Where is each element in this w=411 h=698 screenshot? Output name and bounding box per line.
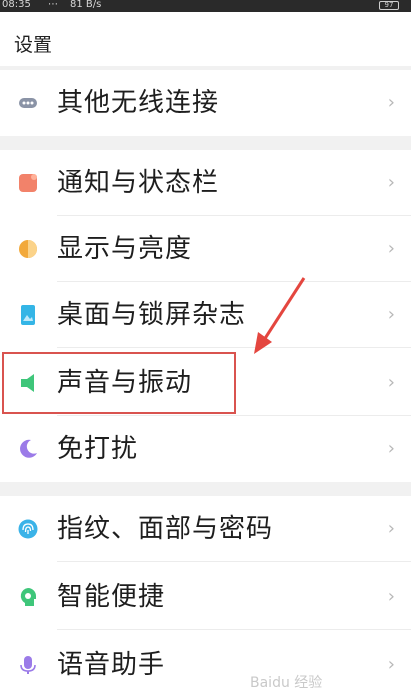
- microphone-icon: [20, 656, 36, 674]
- battery-icon: 97: [379, 1, 399, 10]
- chevron-right-icon: ›: [387, 304, 395, 325]
- moon-icon: [20, 439, 37, 458]
- settings-item-wireless[interactable]: 其他无线连接 ›: [0, 70, 411, 136]
- section-divider: [0, 480, 411, 496]
- chevron-right-icon: ›: [387, 172, 395, 193]
- chevron-right-icon: ›: [387, 438, 395, 459]
- wallpaper-icon: [21, 305, 35, 325]
- settings-item-do-not-disturb[interactable]: 免打扰 ›: [0, 416, 411, 482]
- settings-item-label: 智能便捷: [57, 582, 166, 612]
- row-separator: [57, 347, 411, 348]
- smart-head-icon: [20, 588, 36, 606]
- annotation-highlight-box: [2, 352, 236, 414]
- chevron-right-icon: ›: [387, 518, 395, 539]
- chevron-right-icon: ›: [387, 372, 395, 393]
- settings-item-label: 显示与亮度: [57, 234, 193, 264]
- more-dots-icon: [19, 98, 37, 108]
- settings-item-label: 语音助手: [57, 650, 166, 680]
- page-title: 设置: [14, 34, 53, 56]
- brightness-icon: [19, 240, 37, 258]
- chevron-right-icon: ›: [387, 586, 395, 607]
- status-time: 08:35: [2, 0, 31, 10]
- settings-item-smart-assist[interactable]: 智能便捷 ›: [0, 564, 411, 630]
- settings-item-label: 其他无线连接: [57, 88, 220, 118]
- settings-item-notifications[interactable]: 通知与状态栏 ›: [0, 150, 411, 216]
- row-separator: [57, 561, 411, 562]
- settings-item-security[interactable]: 指纹、面部与密码 ›: [0, 496, 411, 562]
- fingerprint-icon: [18, 519, 38, 539]
- chevron-right-icon: ›: [387, 92, 395, 113]
- status-network-speed: 81 B/s: [70, 0, 102, 10]
- status-dots: ⋯: [48, 0, 58, 10]
- status-bar: 08:35 ⋯ 81 B/s 97: [0, 0, 411, 12]
- settings-item-wallpaper[interactable]: 桌面与锁屏杂志 ›: [0, 282, 411, 348]
- settings-item-label: 指纹、面部与密码: [57, 514, 274, 544]
- settings-item-display[interactable]: 显示与亮度 ›: [0, 216, 411, 282]
- watermark: Baidu 经验: [250, 675, 323, 691]
- row-separator: [57, 629, 411, 630]
- settings-item-label: 桌面与锁屏杂志: [57, 300, 247, 330]
- notification-icon: [19, 174, 37, 192]
- section-divider: [0, 134, 411, 150]
- settings-item-label: 免打扰: [57, 434, 139, 464]
- settings-item-label: 通知与状态栏: [57, 168, 220, 198]
- annotation-arrow-icon: [254, 277, 306, 354]
- chevron-right-icon: ›: [387, 238, 395, 259]
